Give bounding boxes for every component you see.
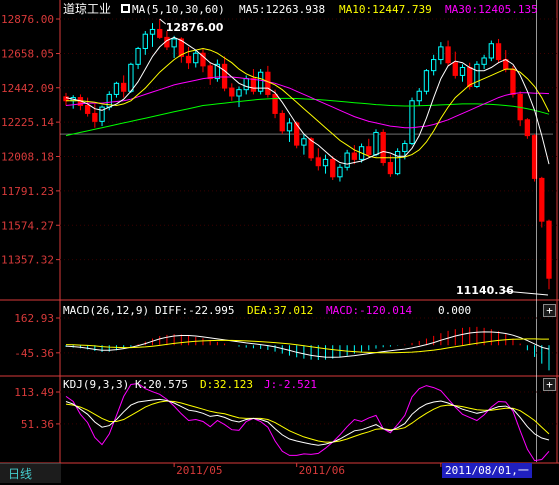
candle-down <box>452 62 458 76</box>
candle-down <box>265 71 271 95</box>
main-y-tick-label: 12225.14 <box>1 116 54 129</box>
ma10-value: MA10:12447.739 <box>339 3 432 16</box>
candle-up <box>135 47 141 65</box>
macd-title: MACD(26,12,9) <box>63 304 149 317</box>
main-y-tick-label: 12876.00 <box>1 13 54 26</box>
macd-y-tick-label: -45.36 <box>14 347 54 360</box>
macd-diff-value: DIFF:-22.995 <box>155 304 234 317</box>
candle-up <box>236 89 242 97</box>
high-price-label: 12876.00 <box>166 21 224 34</box>
macd-value: MACD:-120.014 <box>326 304 412 317</box>
stock-chart-window: 12876.00 12658.05 12442.09 12225.14 12008.18… <box>0 0 559 485</box>
kdj-y-tick-label: 51.36 <box>21 418 54 431</box>
candle-up <box>394 150 401 175</box>
main-y-tick-label: 12658.05 <box>1 48 54 61</box>
candle-down <box>279 112 285 132</box>
candle-up <box>402 143 408 152</box>
candle-up <box>481 57 487 65</box>
candle-down <box>272 93 278 114</box>
candle-up <box>409 100 415 145</box>
candle-down <box>92 112 98 122</box>
macd-dea-value: DEA:37.012 <box>247 304 313 317</box>
candle-down <box>546 220 552 279</box>
candle-down <box>531 135 538 179</box>
candle-down <box>467 66 473 87</box>
period-tab-daily[interactable]: 日线 <box>0 463 61 483</box>
kdj-j-value: J:-2.521 <box>264 378 317 391</box>
candle-up <box>344 152 350 168</box>
ma-params-label: MA(5,10,30,60) <box>132 3 225 16</box>
candle-up <box>337 166 343 178</box>
candle-down <box>84 105 91 114</box>
ma5-value: MA5:12263.938 <box>239 3 325 16</box>
cursor-date-label: 2011/08/01,一 <box>442 463 532 478</box>
stock-name: 道琼工业 <box>63 1 111 16</box>
macd-zero-value: 0.000 <box>438 304 471 317</box>
main-y-tick-label: 11574.27 <box>1 219 54 232</box>
candle-up <box>423 70 430 92</box>
candle-down <box>351 152 358 160</box>
main-y-tick-label: 11791.23 <box>1 185 54 198</box>
main-y-tick-label: 12008.18 <box>1 151 54 164</box>
candle-up <box>149 28 156 35</box>
candle-down <box>229 87 235 97</box>
candle-up <box>488 43 494 59</box>
candle-down <box>250 78 257 92</box>
candle-up <box>286 122 293 132</box>
candle-down <box>315 157 321 167</box>
candle-up <box>474 63 480 87</box>
candle-up <box>128 63 134 92</box>
ma-settings-icon-inner <box>123 6 128 11</box>
candle-up <box>243 78 249 91</box>
candle-down <box>510 68 516 95</box>
candle-up <box>430 59 437 72</box>
kdj-title: KDJ(9,3,3) <box>63 378 129 391</box>
kdj-k-value: K:20.575 <box>135 378 188 391</box>
candlestick-chart[interactable]: 12876.00 12658.05 12442.09 12225.14 12008.18… <box>0 0 559 485</box>
candle-down <box>524 119 531 137</box>
ma60-line <box>65 97 550 137</box>
candle-up <box>438 46 444 61</box>
candle-up <box>322 158 329 167</box>
candle-up <box>416 90 422 102</box>
macd-expand-button[interactable]: + <box>543 304 556 317</box>
kdj-d-line <box>65 400 550 443</box>
candle-down <box>387 162 394 175</box>
candle-down <box>121 82 127 92</box>
candle-up <box>193 52 199 64</box>
candle-down <box>185 55 192 64</box>
candle-up <box>171 38 177 48</box>
x-tick-label: 2011/06 <box>299 464 345 477</box>
candle-down <box>207 65 213 80</box>
candle-up <box>142 33 148 49</box>
x-tick-label: 2011/05 <box>176 464 222 477</box>
low-price-label: 11140.36 <box>456 284 514 297</box>
candle-up <box>113 82 120 95</box>
candle-down <box>157 28 163 38</box>
kdj-y-tick-label: 113.49 <box>14 386 54 399</box>
candle-down <box>330 158 336 178</box>
candle-down <box>495 43 502 61</box>
candle-up <box>373 131 379 156</box>
main-y-tick-label: 12442.09 <box>1 82 54 95</box>
main-y-tick-label: 11357.32 <box>1 254 54 267</box>
candle-up <box>459 66 466 76</box>
candle-down <box>539 177 545 222</box>
macd-y-tick-label: 162.93 <box>14 312 54 325</box>
candle-down <box>445 46 451 64</box>
kdj-d-value: D:32.123 <box>200 378 253 391</box>
kdj-expand-button[interactable]: + <box>543 378 556 391</box>
ma30-value: MA30:12405.135 <box>445 3 538 16</box>
candle-down <box>221 63 228 89</box>
kdj-j-line <box>65 382 550 462</box>
candle-up <box>301 138 307 146</box>
candle-down <box>366 146 372 156</box>
candle-down <box>63 96 69 102</box>
